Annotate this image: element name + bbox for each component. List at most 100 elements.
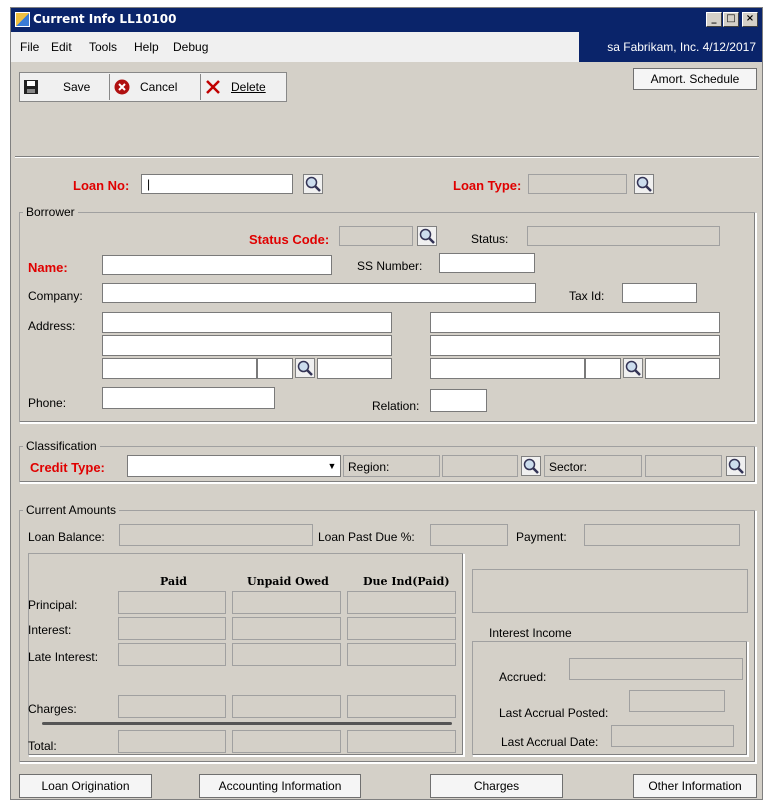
loan-no-input[interactable]: | (141, 174, 293, 194)
region-label: Region: (348, 460, 390, 474)
region-lookup-button[interactable] (521, 456, 541, 476)
charges-paid (118, 695, 226, 718)
row-label-interest: Interest: (28, 623, 72, 637)
lookup-icon (728, 458, 744, 474)
phone-label: Phone: (28, 396, 67, 410)
interest-income-group-title: Interest Income (486, 626, 575, 640)
phone-input[interactable] (102, 387, 275, 409)
save-label: Save (63, 80, 91, 94)
loan-type-label: Loan Type: (453, 178, 522, 193)
cancel-button[interactable]: Cancel (114, 76, 200, 98)
address-line-2-input[interactable] (102, 335, 392, 356)
loan-type-lookup-button[interactable] (634, 174, 654, 194)
col-header-paid: Paid (160, 575, 187, 588)
lookup-icon (297, 360, 313, 376)
address-lookup-button[interactable] (295, 358, 315, 378)
save-button[interactable]: Save (23, 76, 107, 98)
last-accrual-date-field (611, 725, 734, 747)
credit-type-label: Credit Type: (30, 460, 105, 475)
save-icon (24, 80, 38, 94)
other-information-button[interactable]: Other Information (633, 774, 757, 798)
address-label: Address: (28, 319, 76, 333)
interest-unpaid (232, 617, 341, 640)
menu-tools[interactable]: Tools (89, 40, 117, 54)
row-label-charges: Charges: (28, 702, 77, 716)
loan-no-lookup-button[interactable] (303, 174, 323, 194)
late-interest-due (347, 643, 456, 666)
maximize-button[interactable]: □ (723, 12, 739, 27)
charges-due (347, 695, 456, 718)
address2-line-2-input[interactable] (430, 335, 720, 356)
delete-button[interactable]: Delete (205, 76, 283, 98)
menu-help[interactable]: Help (134, 40, 159, 54)
lookup-icon (636, 176, 652, 192)
status-label: Status: (471, 232, 509, 246)
interest-due (347, 617, 456, 640)
state2-input[interactable] (585, 358, 621, 379)
lookup-icon (305, 176, 321, 192)
sector-input[interactable] (645, 455, 722, 477)
last-accrual-posted-field (629, 690, 725, 712)
payment-label: Payment: (516, 530, 567, 544)
principal-paid (118, 591, 226, 614)
accrued-field (569, 658, 743, 680)
address2-lookup-button[interactable] (623, 358, 643, 378)
tax-id-input[interactable] (622, 283, 697, 303)
address-line-1-input[interactable] (102, 312, 392, 333)
row-label-late-interest: Late Interest: (28, 650, 99, 664)
total-paid (118, 730, 226, 753)
interest-paid (118, 617, 226, 640)
current-info-window: Current Info LL10100 _ □ × File Edit Too… (10, 7, 763, 800)
status-code-label: Status Code: (249, 232, 330, 247)
accrued-label: Accrued: (499, 670, 547, 684)
charges-button[interactable]: Charges (430, 774, 563, 798)
close-button[interactable]: × (742, 12, 758, 27)
loan-balance-label: Loan Balance: (28, 530, 105, 544)
classification-group-title: Classification (23, 439, 100, 453)
title-bar: Current Info LL10100 _ □ × (11, 8, 762, 32)
delete-label: Delete (231, 80, 266, 94)
toolbar-divider (200, 74, 201, 100)
address2-line-1-input[interactable] (430, 312, 720, 333)
payment-field (584, 524, 740, 546)
credit-type-select[interactable]: ▼ (127, 455, 341, 477)
status-code-input[interactable] (339, 226, 413, 246)
region-input[interactable] (442, 455, 518, 477)
company-input[interactable] (102, 283, 536, 303)
principal-unpaid (232, 591, 341, 614)
status-code-lookup-button[interactable] (417, 226, 437, 246)
city-input[interactable] (102, 358, 257, 379)
row-label-principal: Principal: (28, 598, 78, 612)
relation-input[interactable] (430, 389, 487, 412)
relation-label: Relation: (372, 399, 420, 413)
amort-schedule-button[interactable]: Amort. Schedule (633, 68, 757, 90)
zip-input[interactable] (317, 358, 392, 379)
zip2-input[interactable] (645, 358, 720, 379)
city2-input[interactable] (430, 358, 585, 379)
lookup-icon (625, 360, 641, 376)
charges-unpaid (232, 695, 341, 718)
menu-debug[interactable]: Debug (173, 40, 208, 54)
col-header-due: Due Ind(Paid) (363, 575, 450, 588)
minimize-button[interactable]: _ (706, 12, 722, 27)
menu-edit[interactable]: Edit (51, 40, 72, 54)
sector-label: Sector: (549, 460, 588, 474)
menu-file[interactable]: File (20, 40, 39, 54)
total-unpaid (232, 730, 341, 753)
cancel-icon (114, 79, 130, 95)
accounting-information-button[interactable]: Accounting Information (199, 774, 361, 798)
loan-origination-button[interactable]: Loan Origination (19, 774, 152, 798)
state-input[interactable] (257, 358, 293, 379)
window-title: Current Info LL10100 (33, 12, 177, 26)
name-label: Name: (28, 260, 68, 275)
borrower-group-title: Borrower (23, 205, 78, 219)
chevron-down-icon: ▼ (324, 456, 340, 476)
loan-type-input[interactable] (528, 174, 627, 194)
name-input[interactable] (102, 255, 332, 275)
delete-icon (206, 80, 220, 94)
ss-number-input[interactable] (439, 253, 535, 273)
amount-info-panel (472, 569, 748, 613)
lookup-icon (523, 458, 539, 474)
sector-lookup-button[interactable] (726, 456, 746, 476)
company-label: Company: (28, 289, 83, 303)
